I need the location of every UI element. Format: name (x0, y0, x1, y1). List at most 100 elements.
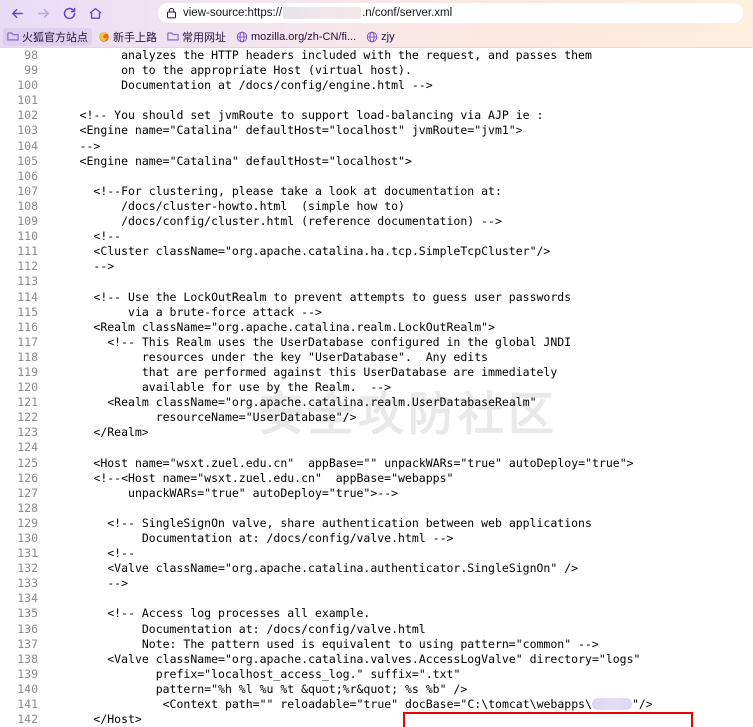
source-line: 119 that are performed against this User… (0, 365, 653, 380)
line-content: <!-- (93, 229, 122, 244)
source-line: 102 <!-- You should set jvmRoute to supp… (0, 108, 653, 123)
line-number: 103 (17, 123, 38, 138)
line-content: Note: The pattern used is equivalent to … (141, 636, 599, 651)
bookmark-item-1[interactable]: 新手上路 (94, 28, 161, 46)
line-number: 121 (17, 395, 38, 410)
source-line: 111 <Cluster className="org.apache.catal… (0, 244, 653, 259)
line-content: that are performed against this UserData… (141, 364, 558, 379)
source-line: 135 <!-- Access log processes all exampl… (0, 606, 653, 621)
line-number: 106 (17, 168, 38, 183)
line-content: prefix="localhost_access_log." suffix=".… (155, 666, 461, 681)
lock-icon (166, 7, 177, 19)
line-content: <Engine name="Catalina" defaultHost="loc… (79, 153, 412, 168)
bookmark-label-1: 新手上路 (113, 31, 157, 44)
line-content (38, 93, 653, 108)
bookmark-item-3[interactable]: mozilla.org/zh-CN/fi... (232, 28, 360, 46)
line-content: <!--For clustering, please take a look a… (93, 183, 502, 198)
globe-icon (366, 31, 378, 43)
folder-icon (167, 31, 179, 42)
line-number: 129 (17, 515, 38, 530)
line-number: 138 (17, 651, 38, 666)
line-number: 115 (17, 304, 38, 319)
source-line: 107 <!--For clustering, please take a lo… (0, 184, 653, 199)
source-line: 120 available for use by the Realm. --> (0, 380, 653, 395)
source-line: 141 <Context path="" reloadable="true" d… (0, 697, 653, 712)
line-number: 134 (17, 591, 38, 606)
line-number: 136 (17, 621, 38, 636)
source-line: 136 Documentation at: /docs/config/valve… (0, 622, 653, 637)
url-prefix: view-source:https:// (183, 7, 283, 19)
source-line: 112 --> (0, 259, 653, 274)
url-suffix: .n/conf/server.xml (362, 7, 453, 19)
line-number: 113 (17, 274, 38, 289)
line-number: 140 (17, 681, 38, 696)
firefox-icon (98, 31, 110, 43)
line-number: 100 (17, 78, 38, 93)
source-line: 139 prefix="localhost_access_log." suffi… (0, 667, 653, 682)
source-line: 106 (0, 169, 653, 184)
back-button[interactable] (4, 2, 30, 24)
line-number: 133 (17, 576, 38, 591)
value-redaction (591, 698, 632, 711)
line-content: </Host> (93, 712, 142, 727)
line-content (38, 591, 653, 606)
url-text: view-source:https:// .n/conf/server.xml (183, 7, 452, 19)
line-number: 124 (17, 440, 38, 455)
line-number: 122 (17, 410, 38, 425)
source-code-body: 98 analyzes the HTTP headers included wi… (0, 48, 653, 727)
view-source-content: 安全攻防社区 98 analyzes the HTTP headers incl… (0, 48, 753, 727)
bookmark-item-4[interactable]: zjy (362, 28, 398, 46)
line-number: 137 (17, 636, 38, 651)
line-content (38, 169, 653, 184)
source-line: 103 <Engine name="Catalina" defaultHost=… (0, 123, 653, 138)
line-content: resources under the key "UserDatabase". … (141, 349, 489, 364)
line-number: 125 (17, 455, 38, 470)
source-line: 129 <!-- SingleSignOn valve, share authe… (0, 516, 653, 531)
line-content: <!-- (107, 546, 135, 561)
line-number: 112 (17, 259, 38, 274)
line-content: <Host name="wsxt.zuel.edu.cn" appBase=""… (93, 455, 634, 470)
url-redaction (283, 7, 362, 19)
line-content (38, 440, 653, 455)
forward-button[interactable] (30, 2, 56, 24)
line-content: on to the appropriate Host (virtual host… (121, 63, 412, 78)
source-line: 109 /docs/config/cluster.html (reference… (0, 214, 653, 229)
line-content: Documentation at /docs/config/engine.htm… (121, 78, 433, 93)
source-line: 117 <!-- This Realm uses the UserDatabas… (0, 335, 653, 350)
line-number: 123 (17, 425, 38, 440)
bookmark-label-4: zjy (381, 30, 395, 43)
folder-icon (7, 31, 19, 42)
source-line: 123 </Realm> (0, 425, 653, 440)
source-code-table: 98 analyzes the HTTP headers included wi… (0, 48, 653, 727)
bookmark-label-0: 火狐官方站点 (22, 31, 88, 44)
line-number: 141 (17, 697, 38, 712)
source-line: 130 Documentation at: /docs/config/valve… (0, 531, 653, 546)
source-line: 100 Documentation at /docs/config/engine… (0, 78, 653, 93)
bookmark-label-2: 常用网址 (182, 31, 226, 44)
bookmarks-toolbar: 火狐官方站点 新手上路 常用网址 mozilla.org/zh-CN/fi...… (0, 26, 753, 47)
line-content: via a brute-force attack --> (128, 304, 322, 319)
source-line: 98 analyzes the HTTP headers included wi… (0, 48, 653, 63)
line-content: <Context path="" reloadable="true" docBa… (162, 697, 653, 712)
line-content (38, 501, 653, 516)
source-line: 104 --> (0, 139, 653, 154)
bookmark-item-2[interactable]: 常用网址 (163, 28, 230, 46)
globe-icon (236, 31, 248, 43)
line-number: 110 (17, 229, 38, 244)
line-content: <!-- Use the LockOutRealm to prevent att… (93, 289, 572, 304)
source-line: 137 Note: The pattern used is equivalent… (0, 637, 653, 652)
bookmark-item-0[interactable]: 火狐官方站点 (3, 27, 92, 46)
line-content: </Realm> (93, 425, 149, 440)
line-number: 126 (17, 470, 38, 485)
source-line: 101 (0, 93, 653, 108)
source-line: 134 (0, 591, 653, 606)
reload-button[interactable] (56, 2, 82, 24)
source-line: 131 <!-- (0, 546, 653, 561)
line-content: <!-- SingleSignOn valve, share authentic… (107, 515, 592, 530)
line-number: 107 (17, 183, 38, 198)
line-number: 111 (17, 244, 38, 259)
line-number: 105 (17, 153, 38, 168)
url-bar[interactable]: view-source:https:// .n/conf/server.xml (158, 3, 743, 23)
source-line: 105 <Engine name="Catalina" defaultHost=… (0, 154, 653, 169)
home-button[interactable] (82, 2, 108, 24)
